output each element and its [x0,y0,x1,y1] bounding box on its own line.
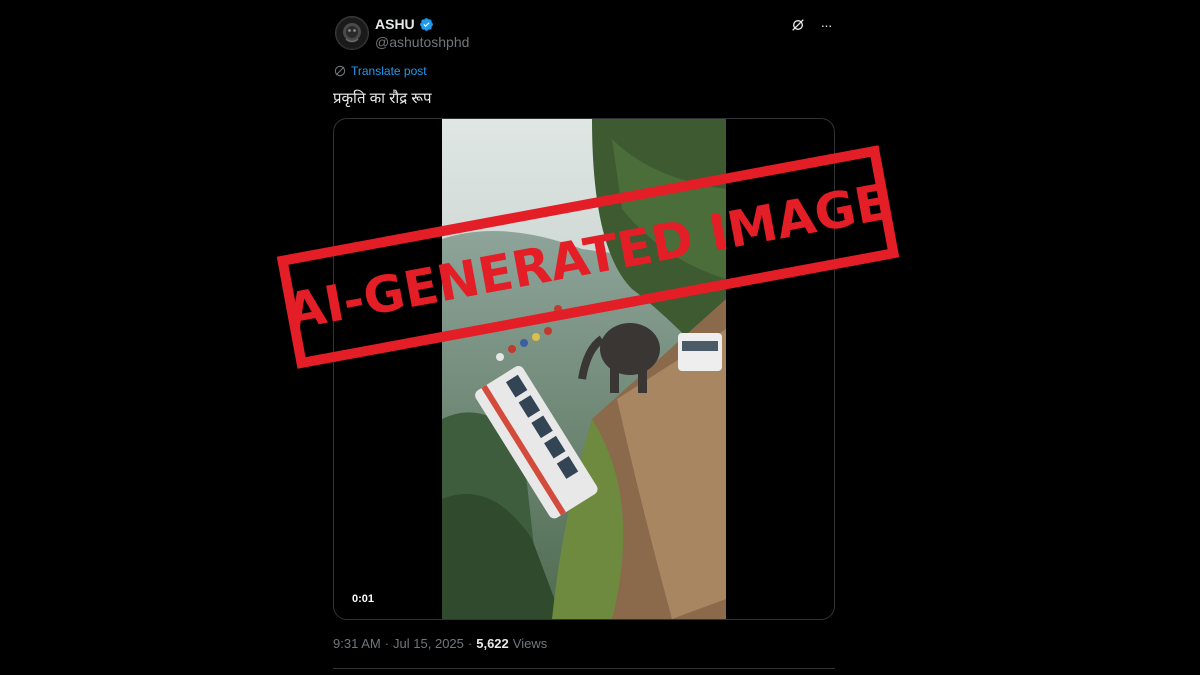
translate-post-link[interactable]: Translate post [333,64,427,78]
avatar[interactable] [335,16,369,50]
views-label: Views [512,636,548,651]
name-row: ASHU [375,16,434,32]
divider [333,668,835,669]
avatar-image [337,18,367,48]
post-time[interactable]: 9:31 AM [333,636,381,651]
grok-icon[interactable] [789,16,807,34]
tweet-text: प्रकृति का रौद्र रूप [333,90,432,107]
tweet-meta: 9:31 AM · Jul 15, 2025 · 5,622 Views [333,636,547,651]
meta-separator: · [384,636,390,651]
tweet-actions: ··· [789,16,835,34]
video-timestamp: 0:01 [346,591,381,607]
meta-separator-2: · [467,636,473,651]
page: ASHU @ashutoshphd ··· Translate post प्र… [0,0,1200,675]
views-count: 5,622 [476,636,509,651]
translate-label: Translate post [351,64,427,78]
more-label: ··· [820,17,833,33]
grok-icon-glyph [792,19,804,31]
verified-badge-icon [419,17,433,31]
translate-icon [334,65,346,77]
user-handle[interactable]: @ashutoshphd [375,34,469,50]
display-name[interactable]: ASHU [375,16,415,32]
more-icon[interactable]: ··· [817,16,835,34]
post-date[interactable]: Jul 15, 2025 [393,636,464,651]
